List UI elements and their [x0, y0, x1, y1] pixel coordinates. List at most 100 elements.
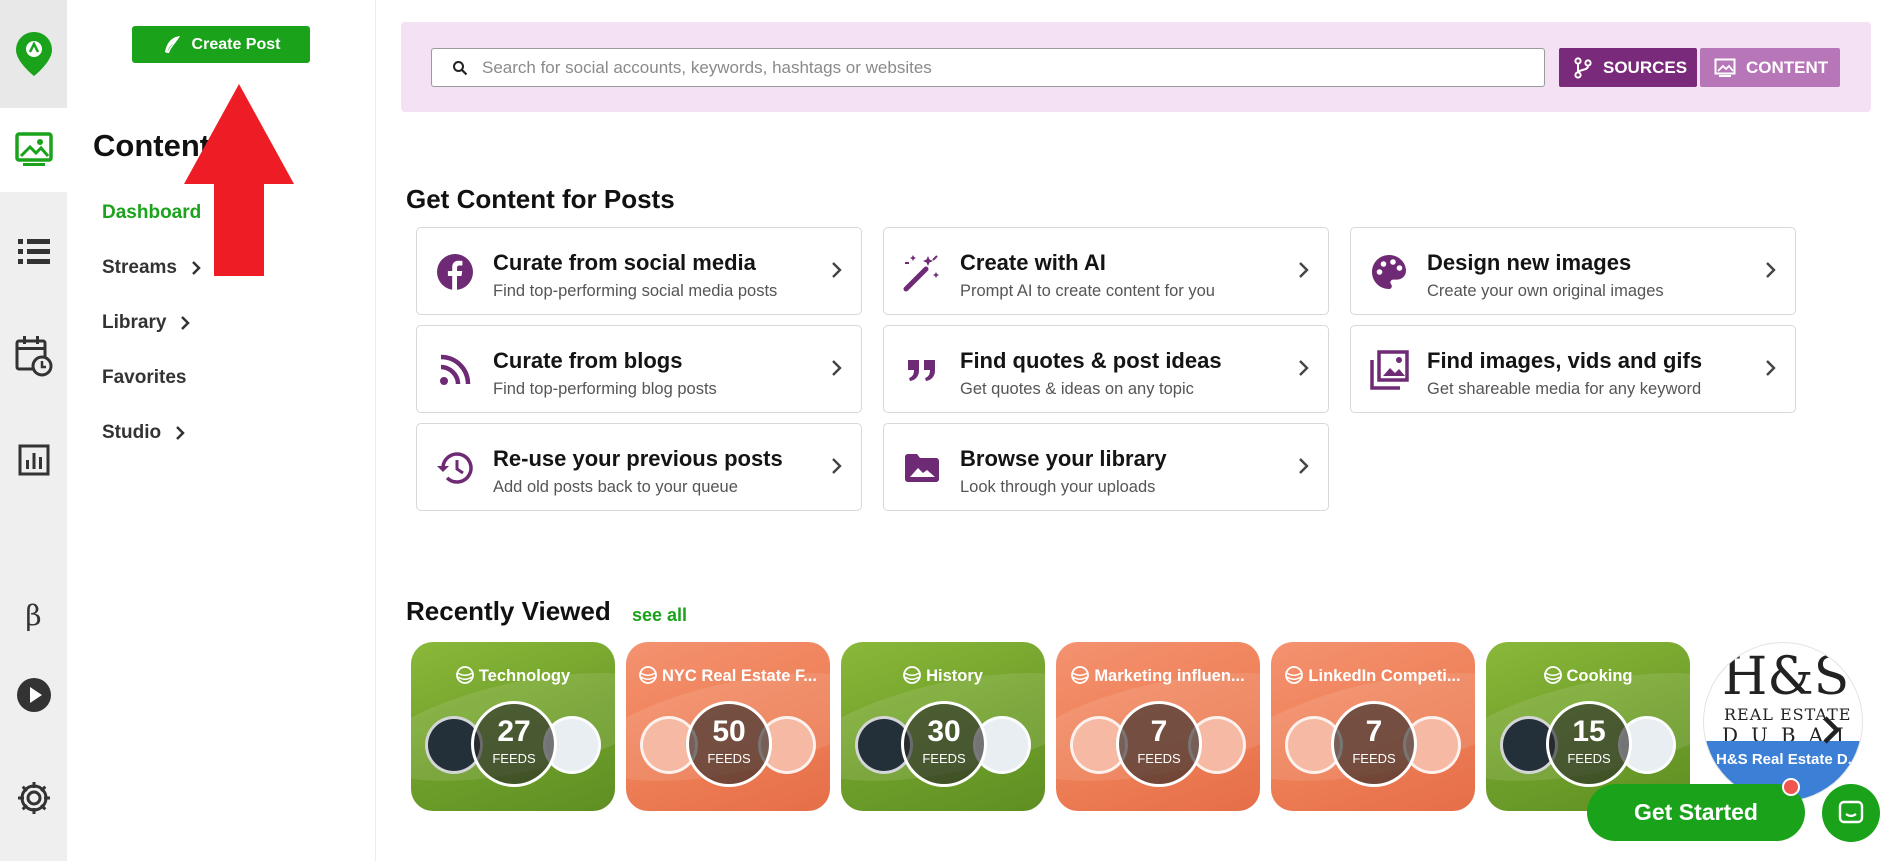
- card-title: Curate from blogs: [493, 348, 683, 373]
- content-toggle-button[interactable]: CONTENT: [1700, 48, 1840, 87]
- chevron-right-icon: [832, 360, 842, 376]
- create-post-button[interactable]: Create Post: [132, 26, 310, 63]
- card-curate-blogs[interactable]: Curate from blogs Find top-performing bl…: [416, 325, 862, 413]
- tile-name: LinkedIn Competi...: [1271, 666, 1475, 686]
- feed-count-unit: FEEDS: [1137, 751, 1181, 766]
- recent-tile[interactable]: Marketing influen... 7 FEEDS: [1056, 642, 1260, 811]
- feed-count-badge: 50 FEEDS: [686, 701, 772, 787]
- chevron-right-icon: [832, 458, 842, 474]
- sources-toggle-button[interactable]: SOURCES: [1559, 48, 1697, 87]
- feed-count: 7: [1150, 715, 1168, 748]
- card-subtitle: Get quotes & ideas on any topic: [960, 380, 1194, 398]
- feed-count-badge: 27 FEEDS: [471, 701, 557, 787]
- history-icon: [437, 452, 473, 484]
- tile-name-text: Marketing influen...: [1094, 667, 1245, 685]
- feed-count-badge: 15 FEEDS: [1546, 701, 1632, 787]
- card-subtitle: Add old posts back to your queue: [493, 478, 738, 496]
- rail-calendar[interactable]: [0, 334, 67, 378]
- card-design-images[interactable]: Design new images Create your own origin…: [1350, 227, 1796, 315]
- search-icon: [453, 60, 468, 75]
- rail-analytics[interactable]: [0, 440, 67, 480]
- card-browse-library[interactable]: Browse your library Look through your up…: [883, 423, 1329, 511]
- magic-wand-icon: [903, 255, 939, 292]
- chevron-right-icon: [832, 262, 842, 278]
- feed-count-unit: FEEDS: [1567, 751, 1611, 766]
- chevron-right-icon: [176, 426, 185, 440]
- card-subtitle: Look through your uploads: [960, 478, 1156, 496]
- list-icon: [17, 239, 50, 264]
- feather-icon: [164, 35, 180, 53]
- rail-content[interactable]: [0, 108, 67, 192]
- hs-logo-text: H&S: [1722, 647, 1850, 707]
- sources-label: SOURCES: [1603, 57, 1688, 77]
- card-create-ai[interactable]: Create with AI Prompt AI to create conte…: [883, 227, 1329, 315]
- recent-tile[interactable]: NYC Real Estate F... 50 FEEDS: [626, 642, 830, 811]
- chevron-right-icon: [1299, 458, 1309, 474]
- feed-globe-icon: [455, 666, 474, 684]
- card-reuse-posts[interactable]: Re-use your previous posts Add old posts…: [416, 423, 862, 511]
- tile-name-text: History: [926, 667, 983, 685]
- image-library-icon: [1370, 350, 1409, 390]
- nav-item-label: Library: [102, 312, 167, 333]
- search-input[interactable]: [482, 57, 1522, 78]
- search-banner: SOURCES CONTENT: [401, 22, 1871, 112]
- tile-name-text: NYC Real Estate F...: [662, 667, 817, 685]
- chevron-right-icon: [1766, 262, 1776, 278]
- icon-rail: β: [0, 0, 67, 861]
- nav-item-label: Favorites: [102, 367, 187, 388]
- card-curate-social[interactable]: Curate from social media Find top-perfor…: [416, 227, 862, 315]
- tile-name: Marketing influen...: [1056, 666, 1260, 686]
- card-find-quotes[interactable]: Find quotes & post ideas Get quotes & id…: [883, 325, 1329, 413]
- see-all-link[interactable]: see all: [632, 605, 687, 626]
- tile-name: History: [841, 666, 1045, 686]
- search-field[interactable]: [431, 48, 1545, 87]
- app-logo[interactable]: [0, 0, 67, 108]
- feed-globe-icon: [639, 666, 657, 684]
- nav-item-studio[interactable]: Studio: [102, 422, 185, 444]
- feed-count-badge: 30 FEEDS: [901, 701, 987, 787]
- recent-tile[interactable]: History 30 FEEDS: [841, 642, 1045, 811]
- card-title: Create with AI: [960, 250, 1106, 275]
- create-post-label: Create Post: [191, 35, 281, 53]
- rail-tutorials[interactable]: [0, 675, 67, 715]
- feed-globe-icon: [1543, 666, 1562, 684]
- rail-beta[interactable]: β: [0, 595, 67, 635]
- annotation-arrow-icon: [184, 84, 294, 276]
- chat-button[interactable]: [1822, 784, 1880, 842]
- feed-count-badge: 7 FEEDS: [1116, 701, 1202, 787]
- content-nav-panel: Create Post Content Dashboard Streams Li…: [67, 0, 376, 861]
- recent-tile[interactable]: LinkedIn Competi... 7 FEEDS: [1271, 642, 1475, 811]
- chevron-right-icon: [1766, 360, 1776, 376]
- feed-count-unit: FEEDS: [922, 751, 966, 766]
- tile-name: Cooking: [1486, 666, 1690, 686]
- card-title: Find quotes & post ideas: [960, 348, 1222, 373]
- tile-name: NYC Real Estate F...: [626, 666, 830, 686]
- feed-count: 30: [927, 715, 961, 748]
- recently-viewed-heading: Recently Viewed: [406, 596, 611, 626]
- get-started-button[interactable]: Get Started: [1587, 784, 1805, 841]
- chat-icon: [1838, 800, 1864, 824]
- play-icon: [16, 678, 51, 712]
- feed-count: 50: [712, 715, 746, 748]
- quote-icon: [908, 360, 935, 381]
- notification-dot: [1782, 778, 1800, 796]
- nav-item-label: Studio: [102, 422, 162, 443]
- nav-item-favorites[interactable]: Favorites: [102, 367, 186, 389]
- facebook-icon: [437, 254, 473, 290]
- rail-streams[interactable]: [0, 232, 67, 272]
- nav-item-library[interactable]: Library: [102, 312, 191, 334]
- rail-settings[interactable]: [0, 778, 67, 818]
- rss-icon: [440, 354, 471, 385]
- location-pin-logo-icon: [15, 32, 52, 76]
- chevron-right-icon: [1299, 262, 1309, 278]
- card-subtitle: Find top-performing social media posts: [493, 282, 778, 300]
- feed-count-unit: FEEDS: [492, 751, 536, 766]
- feed-globe-icon: [1071, 666, 1090, 684]
- recent-tile[interactable]: Technology 27 FEEDS: [411, 642, 615, 811]
- photo-folder-icon: [905, 454, 939, 482]
- feed-count: 27: [497, 715, 531, 748]
- carousel-next-icon[interactable]: [1820, 714, 1842, 746]
- card-find-media[interactable]: Find images, vids and gifs Get shareable…: [1350, 325, 1796, 413]
- card-title: Browse your library: [960, 446, 1167, 471]
- chevron-right-icon: [1299, 360, 1309, 376]
